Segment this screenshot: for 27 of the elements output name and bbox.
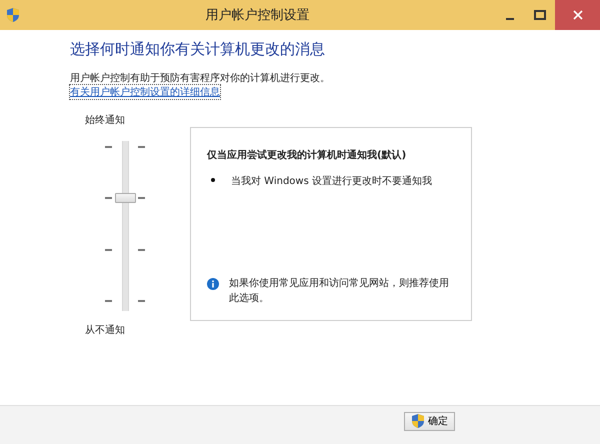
- tick-mark: [138, 248, 145, 251]
- close-icon: [572, 9, 584, 21]
- bullet-icon: [211, 178, 215, 182]
- tick-mark: [138, 146, 145, 148]
- tick-mark: [105, 146, 112, 148]
- slider-top-label: 始终通知: [85, 114, 126, 127]
- ok-button[interactable]: 确定: [404, 412, 455, 430]
- tick-mark: [105, 197, 112, 200]
- minimize-icon: [506, 18, 514, 20]
- shield-icon: [411, 413, 425, 429]
- tick-mark: [138, 300, 145, 302]
- slider-thumb[interactable]: [115, 193, 136, 204]
- tick-mark: [138, 197, 145, 200]
- slider-bottom-label: 从不通知: [85, 324, 126, 337]
- option-title: 仅当应用尝试更改我的计算机时通知我(默认): [207, 148, 408, 162]
- page-heading: 选择何时通知你有关计算机更改的消息: [70, 40, 326, 59]
- details-link[interactable]: 有关用户帐户控制设置的详细信息: [70, 85, 220, 99]
- description-text: 用户帐户控制有助于预防有害程序对你的计算机进行更改。: [70, 72, 331, 85]
- shield-icon: [6, 7, 20, 23]
- info-icon: [207, 278, 219, 290]
- option-detail: 当我对 Windows 设置进行更改时不要通知我: [231, 174, 432, 188]
- tick-mark: [105, 300, 112, 302]
- tick-mark: [105, 248, 112, 251]
- recommendation-note: 如果你使用常见应用和访问常见网站，则推荐使用此选项。: [229, 276, 450, 306]
- window-title: 用户帐户控制设置: [204, 7, 310, 24]
- maximize-icon: [534, 10, 546, 20]
- close-button[interactable]: [555, 0, 600, 30]
